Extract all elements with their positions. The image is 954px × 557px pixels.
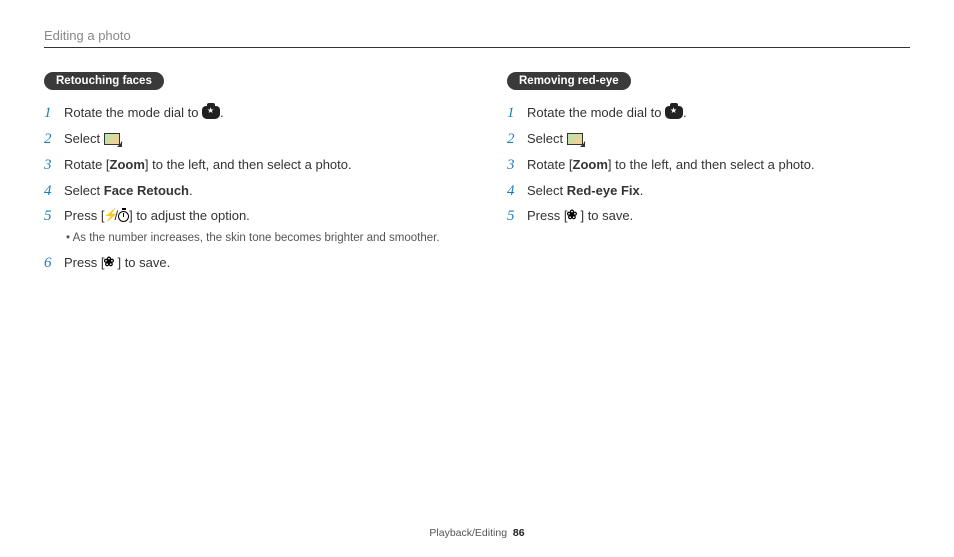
footer-section: Playback/Editing (429, 527, 507, 539)
section-heading: Retouching faces (44, 72, 164, 90)
step-text: ] to the left, and then select a photo. (145, 157, 352, 172)
step-note-list: As the number increases, the skin tone b… (64, 230, 447, 247)
step-text: Rotate the mode dial to (64, 105, 202, 120)
mode-dial-icon (665, 106, 683, 119)
step-4: Select Red-eye Fix. (507, 182, 910, 201)
step-2: Select . (44, 130, 447, 149)
step-4: Select Face Retouch. (44, 182, 447, 201)
step-5: Press [ ] to save. (507, 207, 910, 226)
macro-icon (567, 209, 580, 222)
edit-photo-icon (567, 133, 583, 145)
step-text: Press [ (64, 255, 104, 270)
edit-photo-icon (104, 133, 120, 145)
option-label: Red-eye Fix (567, 183, 640, 198)
macro-icon (104, 256, 117, 269)
step-note: As the number increases, the skin tone b… (74, 230, 447, 247)
step-2: Select . (507, 130, 910, 149)
step-text: . (683, 105, 687, 120)
step-text: Select (64, 131, 104, 146)
step-text: Rotate [ (527, 157, 573, 172)
step-text: ] to save. (117, 255, 170, 270)
step-text: Press [ (527, 208, 567, 223)
step-6: Press [ ] to save. (44, 254, 447, 273)
timer-icon (118, 211, 129, 222)
step-1: Rotate the mode dial to . (507, 104, 910, 123)
step-3: Rotate [Zoom] to the left, and then sele… (44, 156, 447, 175)
page-number: 86 (513, 527, 525, 539)
section-retouching-faces: Retouching faces Rotate the mode dial to… (44, 72, 447, 280)
step-text: Select (64, 183, 104, 198)
content-columns: Retouching faces Rotate the mode dial to… (44, 72, 910, 280)
step-text: . (640, 183, 644, 198)
step-text: . (189, 183, 193, 198)
mode-dial-icon (202, 106, 220, 119)
step-text: ] to the left, and then select a photo. (608, 157, 815, 172)
section-removing-red-eye: Removing red-eye Rotate the mode dial to… (507, 72, 910, 280)
step-1: Rotate the mode dial to . (44, 104, 447, 123)
flash-icon (104, 209, 114, 222)
page-title: Editing a photo (44, 28, 910, 48)
option-label: Face Retouch (104, 183, 189, 198)
zoom-label: Zoom (573, 157, 608, 172)
step-text: ] to adjust the option. (129, 208, 250, 223)
step-text: . (220, 105, 224, 120)
step-text: Rotate [ (64, 157, 110, 172)
step-3: Rotate [Zoom] to the left, and then sele… (507, 156, 910, 175)
zoom-label: Zoom (110, 157, 145, 172)
step-text: Rotate the mode dial to (527, 105, 665, 120)
step-text: Press [ (64, 208, 104, 223)
step-5: Press [/] to adjust the option. As the n… (44, 207, 447, 247)
step-text: Select (527, 131, 567, 146)
steps-list: Rotate the mode dial to . Select . Rotat… (507, 104, 910, 226)
page-footer: Playback/Editing 86 (0, 527, 954, 539)
steps-list: Rotate the mode dial to . Select . Rotat… (44, 104, 447, 273)
step-text: ] to save. (580, 208, 633, 223)
section-heading: Removing red-eye (507, 72, 631, 90)
step-text: Select (527, 183, 567, 198)
